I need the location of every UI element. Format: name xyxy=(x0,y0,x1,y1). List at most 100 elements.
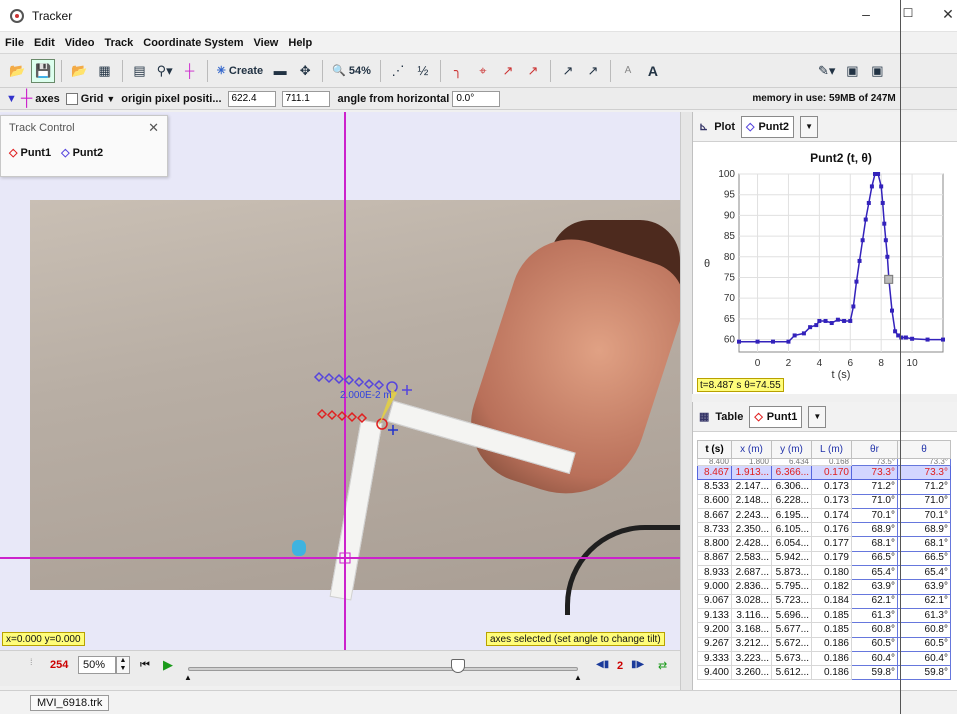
data-table[interactable]: t (s) x (m) y (m) L (m) θr θ 8.400 1.800 6.434 0… xyxy=(697,440,951,681)
axes-tool-icon[interactable]: ┼ xyxy=(179,59,201,83)
save-icon[interactable]: 💾 xyxy=(31,58,56,83)
table-row[interactable]: 9.333 3.223... 5.673... 0.186 60.4° 60.4° xyxy=(697,650,951,667)
column-header[interactable]: x (m) xyxy=(731,440,772,459)
menu-view[interactable]: View xyxy=(249,37,284,49)
highlight-point xyxy=(884,274,894,284)
menu-help[interactable]: Help xyxy=(283,37,317,49)
xy-vectors-icon[interactable]: ↗ xyxy=(557,59,579,83)
pencil-icon[interactable]: ✎▾ xyxy=(815,59,838,83)
table-row[interactable]: 9.267 3.212... 5.672... 0.186 60.5° 60.5° xyxy=(697,636,951,652)
start-marker-icon[interactable]: ▲ xyxy=(184,673,192,682)
table-row[interactable]: 8.667 2.243... 6.195... 0.174 70.1° 70.1° xyxy=(697,507,951,524)
column-header[interactable]: y (m) xyxy=(771,440,812,459)
table-row[interactable]: 8.467 1.913... 6.366... 0.170 73.3° 73.3° xyxy=(697,464,951,481)
track-menu-icon[interactable]: ▬ xyxy=(269,59,291,83)
plot-chart[interactable]: 0 2 4 6 8 10 60 65 70 75 80 85 90 95 100 Punt2 (t, θ) t … xyxy=(693,142,957,394)
labels-icon[interactable]: ½ xyxy=(412,59,434,83)
zoom-spinner[interactable]: ▲ ▼ xyxy=(116,656,130,674)
plot-track-dropdown[interactable]: ◇ Punt2 xyxy=(741,115,795,138)
table-cell: 61.3° xyxy=(851,607,898,624)
table-cell: 59.8° xyxy=(851,665,898,681)
notes-icon[interactable]: ▣ xyxy=(841,59,863,83)
x-axis-label: t (s) xyxy=(832,369,851,381)
table-track-dropdown[interactable]: ◇ Punt1 xyxy=(749,405,803,428)
axes-visible-toggle-icon[interactable]: ▼ xyxy=(6,93,17,105)
frame-slider-thumb[interactable] xyxy=(451,659,465,673)
go-to-start-icon[interactable]: ⏮ xyxy=(140,659,150,672)
velocity-icon[interactable]: ↗ xyxy=(497,59,519,83)
table-cell: 8.733 xyxy=(697,522,732,538)
open-folder-icon[interactable]: 📂 xyxy=(6,59,28,83)
menu-edit[interactable]: Edit xyxy=(29,37,60,49)
loop-icon[interactable]: ⇄ xyxy=(658,659,667,672)
table-row[interactable]: 8.600 2.148... 6.228... 0.173 71.0° 71.0° xyxy=(697,493,951,509)
font-larger-icon[interactable]: A xyxy=(642,59,664,83)
video-panel[interactable]: 2.000E-2 m xyxy=(0,112,680,652)
column-header[interactable]: t (s) xyxy=(697,440,732,459)
grid-checkbox[interactable] xyxy=(65,92,78,105)
frame-slider[interactable] xyxy=(188,667,578,671)
menu-file[interactable]: File xyxy=(0,37,29,49)
table-row[interactable]: 8.533 2.147... 6.306... 0.173 71.2° 71.2° xyxy=(697,479,951,495)
table-row[interactable]: 9.400 3.260... 5.612... 0.186 59.8° 59.8° xyxy=(697,665,951,681)
data-point xyxy=(890,308,894,313)
track-control-close-icon[interactable]: ✕ xyxy=(148,120,159,136)
play-icon[interactable]: ▶ xyxy=(163,657,173,673)
video-properties-icon[interactable]: ▦ xyxy=(94,59,116,83)
table-row[interactable]: 8.867 2.583... 5.942... 0.179 66.5° 66.5° xyxy=(697,550,951,567)
track-punt1-button[interactable]: ◇ Punt1 xyxy=(9,146,51,159)
acceleration-icon[interactable]: ↗ xyxy=(522,59,544,83)
y-tick-label: 100 xyxy=(718,169,735,180)
column-header[interactable]: L (m) xyxy=(811,440,852,459)
column-header[interactable]: θr xyxy=(851,440,898,459)
open-video-icon[interactable]: 📂 xyxy=(68,59,90,83)
table-cell: 60.4° xyxy=(897,650,951,667)
zoom-field[interactable]: 50% xyxy=(78,656,116,674)
table-row[interactable]: 9.067 3.028... 5.723... 0.184 62.1° 62.1° xyxy=(697,593,951,609)
position-icon[interactable]: ⌖ xyxy=(472,59,494,83)
plot-dropdown-arrow-icon[interactable]: ▼ xyxy=(800,115,819,138)
maximize-button[interactable]: ☐ xyxy=(898,6,918,20)
minimize-button[interactable]: – xyxy=(856,6,876,22)
table-cell: 9.000 xyxy=(697,579,732,595)
menu-video[interactable]: Video xyxy=(60,37,100,49)
table-dropdown-arrow-icon[interactable]: ▼ xyxy=(808,405,827,428)
menu-coordinate-system[interactable]: Coordinate System xyxy=(138,37,248,49)
angle-field[interactable] xyxy=(452,90,501,107)
grid-options-icon[interactable]: ▼ xyxy=(106,94,115,104)
close-button[interactable]: ✕ xyxy=(938,6,957,23)
origin-x-field[interactable] xyxy=(227,90,276,107)
font-smaller-icon[interactable]: A xyxy=(617,59,639,83)
clip-settings-icon[interactable]: ▤ xyxy=(129,59,151,83)
zoom-button[interactable]: 🔍 54% xyxy=(329,59,374,83)
paths-icon[interactable]: ╮ xyxy=(447,59,469,83)
create-track-button[interactable]: ✳ Create xyxy=(214,59,267,83)
column-header[interactable]: θ xyxy=(897,440,951,459)
track-punt2-button[interactable]: ◇ Punt2 xyxy=(61,146,103,159)
autotracker-icon[interactable]: ✥ xyxy=(294,59,316,83)
table-row[interactable]: 8.933 2.687... 5.873... 0.180 65.4° 65.4° xyxy=(697,565,951,581)
file-tab[interactable]: MVI_6918.trk xyxy=(30,695,110,711)
table-row[interactable]: 8.800 2.428... 6.054... 0.177 68.1° 68.1° xyxy=(697,536,951,552)
frame-number[interactable]: 254 xyxy=(50,659,68,671)
step-size[interactable]: 2 xyxy=(617,660,623,672)
step-back-icon[interactable]: ◀▮ xyxy=(596,659,609,670)
origin-y-field[interactable] xyxy=(281,90,330,107)
table-cell: 1.800 xyxy=(731,458,772,466)
table-row[interactable]: 8.733 2.350... 6.105... 0.176 68.9° 68.9° xyxy=(697,522,951,538)
panel-splitter[interactable] xyxy=(680,112,692,690)
end-marker-icon[interactable]: ▲ xyxy=(574,673,582,682)
table-row[interactable]: 9.200 3.168... 5.677... 0.185 60.8° 60.8° xyxy=(697,622,951,638)
grid-label: Grid xyxy=(80,92,104,105)
data-point xyxy=(817,318,822,323)
table-row[interactable]: 9.000 2.836... 5.795... 0.182 63.9° 63.9° xyxy=(697,579,951,595)
step-forward-icon[interactable]: ▮▶ xyxy=(631,659,644,670)
table-cell: 73.3° xyxy=(897,464,951,481)
calibration-tools-icon[interactable]: ⚲▾ xyxy=(154,59,176,83)
menu-track[interactable]: Track xyxy=(100,37,139,49)
mass-vectors-icon[interactable]: ↗ xyxy=(582,59,604,83)
table-row[interactable]: 9.133 3.116... 5.696... 0.185 61.3° 61.3° xyxy=(697,607,951,624)
table-row[interactable]: 8.400 1.800 6.434 0.168 73.5° 73.3° xyxy=(697,458,951,466)
trails-icon[interactable]: ⋰ xyxy=(387,59,409,83)
panel-icon[interactable]: ▣ xyxy=(866,59,888,83)
